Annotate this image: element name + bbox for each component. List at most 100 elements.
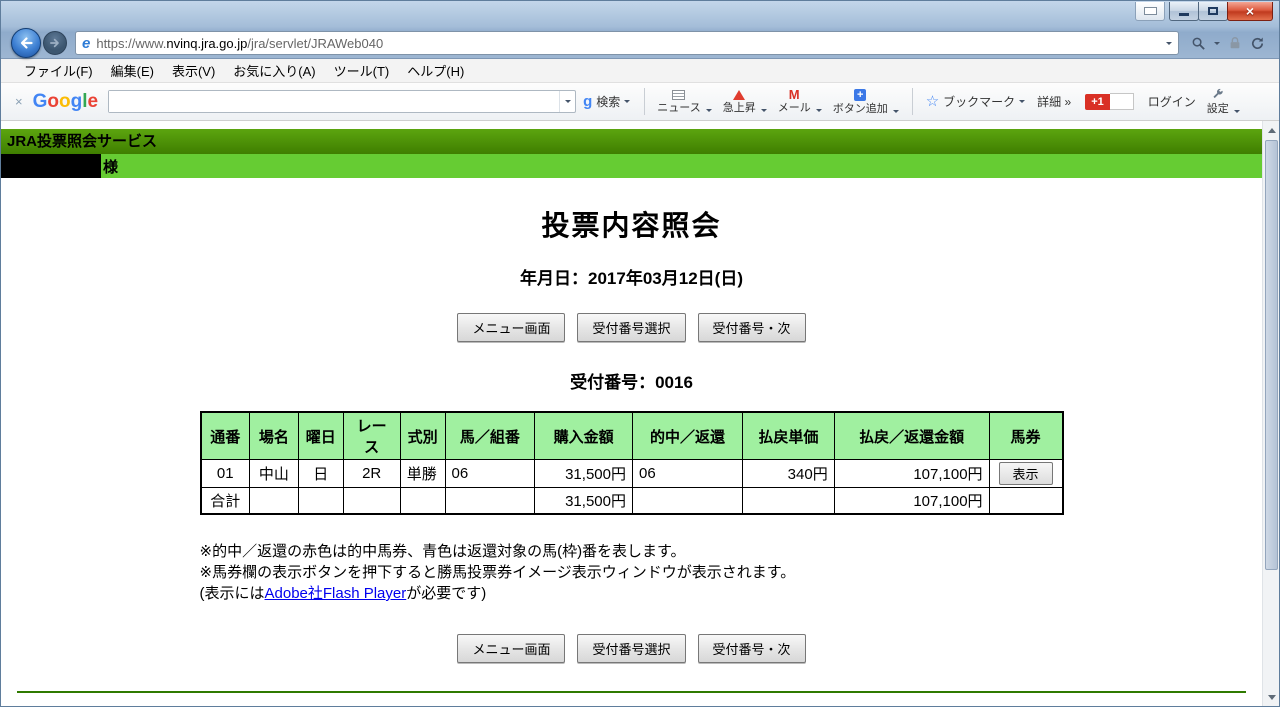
- close-button[interactable]: ×: [1227, 2, 1273, 21]
- refresh-icon[interactable]: [1250, 36, 1265, 51]
- cell-ticket: 表示: [988, 459, 1064, 488]
- total-empty: [742, 487, 835, 515]
- receipt-next-button[interactable]: 受付番号・次: [697, 313, 806, 342]
- cell-unit: 340円: [742, 459, 835, 488]
- col-payout: 払戻／返還金額: [833, 411, 990, 460]
- mail-dropdown-icon[interactable]: [815, 109, 822, 115]
- bookmarks-label: ブックマーク: [943, 95, 1016, 109]
- settings-dropdown-icon[interactable]: [1233, 110, 1240, 116]
- login-label: ログイン: [1147, 95, 1196, 109]
- cell-hit: 06: [631, 459, 744, 488]
- table-row: 01 中山 日 2R 単勝 06 31,500円 06 340円 107,100…: [200, 459, 1064, 488]
- search-options-icon[interactable]: [624, 100, 631, 106]
- titlebar-extra-button[interactable]: [1135, 2, 1165, 21]
- search-history-dropdown-icon[interactable]: [559, 91, 575, 112]
- toolbar-search-input[interactable]: [109, 91, 560, 112]
- top-button-row: メニュー画面 受付番号選択 受付番号・次: [1, 313, 1262, 342]
- toolbar-settings-button[interactable]: 設定: [1202, 87, 1234, 116]
- notes-block: ※的中／返還の赤色は的中馬券、青色は返還対象の馬(枠)番を表します。 ※馬券欄の…: [200, 541, 1064, 604]
- news-dropdown-icon[interactable]: [705, 108, 712, 115]
- toolbar-add-button[interactable]: + ボタン追加: [828, 88, 893, 116]
- total-amount: 31,500円: [534, 487, 633, 515]
- scrollbar-thumb[interactable]: [1265, 140, 1278, 570]
- maximize-icon: [1208, 7, 1218, 15]
- scroll-down-icon: [1267, 694, 1276, 704]
- toolbar-news-button[interactable]: ニュース: [652, 89, 705, 115]
- total-empty: [444, 487, 536, 515]
- user-band: 様: [1, 154, 1262, 178]
- menu-edit[interactable]: 編集(E): [102, 58, 163, 83]
- mail-icon: M: [788, 87, 800, 102]
- search-dropdown-icon[interactable]: [1214, 41, 1220, 48]
- toolbar-more-button[interactable]: 詳細 »: [1031, 93, 1077, 110]
- redacted-user-name: [1, 154, 101, 178]
- cell-no: 01: [200, 459, 250, 488]
- forward-arrow-icon: [50, 38, 59, 48]
- toolbar-bookmarks-button[interactable]: ☆ ブックマーク: [920, 93, 1031, 110]
- menu-help[interactable]: ヘルプ(H): [398, 58, 473, 83]
- show-ticket-button[interactable]: 表示: [998, 462, 1053, 485]
- table-total-row: 合計 31,500円 107,100円: [200, 487, 1064, 515]
- cell-course: 中山: [248, 459, 299, 488]
- add-dropdown-icon[interactable]: [892, 109, 899, 116]
- col-race: レース: [342, 411, 401, 460]
- search-icon[interactable]: [1191, 36, 1206, 51]
- menu-favorites[interactable]: お気に入り(A): [224, 58, 324, 83]
- toolbar-mail-button[interactable]: M メール: [773, 88, 816, 115]
- page-viewport: JRA投票照会サービス 様 投票内容照会 年月日：2017年03月12日(日) …: [1, 121, 1262, 706]
- total-empty: [988, 487, 1064, 515]
- search-button-label: 検索: [596, 95, 621, 109]
- total-empty: [297, 487, 344, 515]
- bookmarks-dropdown-icon[interactable]: [1019, 100, 1026, 106]
- col-hit: 的中／返還: [631, 411, 744, 460]
- scroll-down-button[interactable]: [1263, 689, 1279, 706]
- col-unit: 払戻単価: [742, 411, 835, 460]
- toolbar-search-button[interactable]: g 検索: [576, 90, 637, 113]
- maximize-button[interactable]: [1198, 2, 1228, 21]
- url-text: https://www.nvinq.jra.go.jp/jra/servlet/…: [96, 35, 384, 51]
- menu-bar: ファイル(F) 編集(E) 表示(V) お気に入り(A) ツール(T) ヘルプ(…: [1, 59, 1279, 83]
- menu-view[interactable]: 表示(V): [163, 58, 224, 83]
- forward-button[interactable]: [43, 31, 67, 55]
- plus-one-widget[interactable]: +1: [1085, 93, 1134, 110]
- user-suffix: 様: [103, 158, 119, 176]
- add-buttons-icon: +: [854, 88, 867, 101]
- total-empty: [248, 487, 299, 515]
- total-label: 合計: [200, 487, 250, 515]
- page-title: 投票内容照会: [541, 210, 722, 241]
- address-bar[interactable]: e https://www.nvinq.jra.go.jp/jra/servle…: [75, 31, 1179, 55]
- menu-screen-button-bottom[interactable]: メニュー画面: [457, 634, 566, 663]
- toolbar-login-button[interactable]: ログイン: [1142, 93, 1202, 110]
- address-bar-tools: [1187, 36, 1279, 51]
- menu-tools[interactable]: ツール(T): [325, 58, 399, 83]
- receipt-select-button[interactable]: 受付番号選択: [577, 313, 686, 342]
- menu-file[interactable]: ファイル(F): [15, 58, 102, 83]
- total-empty: [342, 487, 401, 515]
- address-dropdown-icon[interactable]: [1166, 41, 1172, 48]
- flash-player-link[interactable]: Adobe社Flash Player: [265, 585, 407, 602]
- plus-one-badge[interactable]: +1: [1085, 93, 1110, 110]
- trending-up-icon: [733, 89, 746, 100]
- toolbar-close-icon[interactable]: ×: [15, 94, 23, 109]
- scroll-up-button[interactable]: [1263, 121, 1279, 138]
- vertical-scrollbar[interactable]: [1262, 121, 1279, 706]
- menu-screen-button[interactable]: メニュー画面: [457, 313, 566, 342]
- total-empty: [399, 487, 446, 515]
- toolbar-trending-button[interactable]: 急上昇: [718, 89, 761, 115]
- col-ticket: 馬券: [988, 411, 1064, 460]
- trending-label: 急上昇: [722, 101, 756, 114]
- bets-table: 通番 場名 曜日 レース 式別 馬／組番 購入金額 的中／返還 払戻単価 払戻／…: [199, 411, 1064, 515]
- receipt-number: 受付番号：0016: [570, 373, 693, 392]
- receipt-select-button-bottom[interactable]: 受付番号選択: [577, 634, 686, 663]
- google-toolbar: × Google g 検索 ニュース 急上昇 M メール + ボタン追加 ☆ ブ…: [1, 83, 1279, 121]
- col-horse: 馬／組番: [444, 411, 536, 460]
- news-label: ニュース: [657, 101, 701, 114]
- toolbar-search-box[interactable]: [108, 90, 577, 113]
- note-line-1: ※的中／返還の赤色は的中馬券、青色は返還対象の馬(枠)番を表します。: [199, 543, 686, 560]
- browser-window: × e https://www.nvinq.jra.go.jp/jra/serv…: [0, 0, 1280, 707]
- back-button[interactable]: [11, 28, 41, 58]
- trending-dropdown-icon[interactable]: [760, 108, 767, 115]
- minimize-icon: [1179, 12, 1189, 16]
- minimize-button[interactable]: [1169, 2, 1199, 21]
- receipt-next-button-bottom[interactable]: 受付番号・次: [697, 634, 806, 663]
